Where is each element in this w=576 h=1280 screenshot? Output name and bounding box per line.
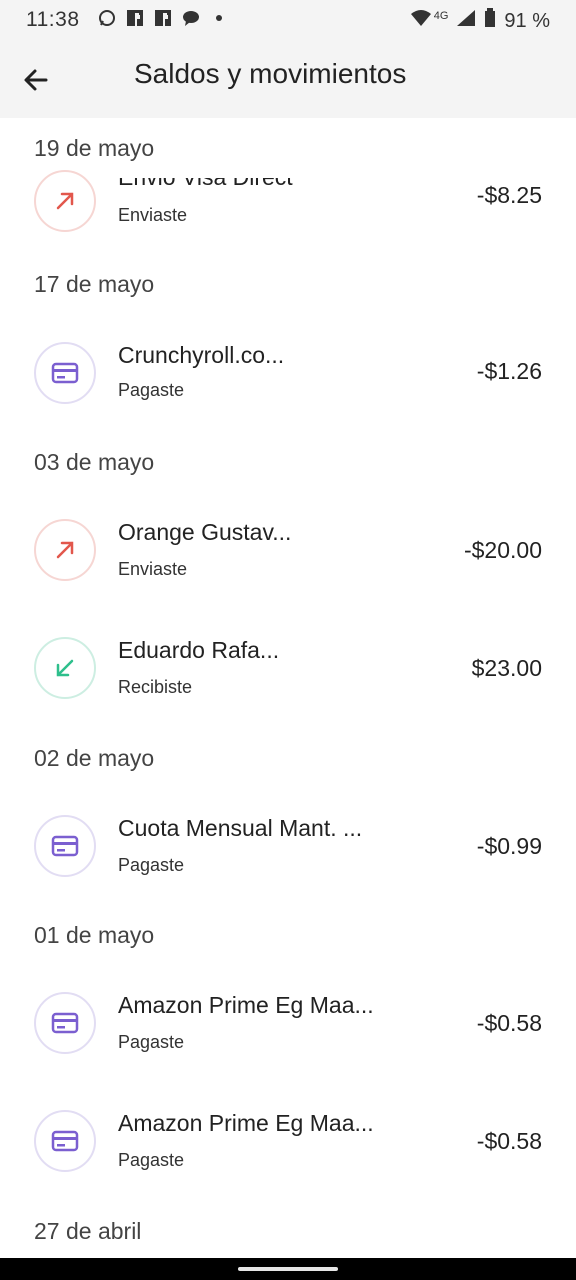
- transaction-row[interactable]: Amazon Prime Eg Maa... Pagaste -$0.58: [0, 964, 576, 1082]
- section-date-header: 01 de mayo: [34, 922, 155, 948]
- transaction-name: Orange Gustav...: [118, 519, 292, 545]
- transaction-row[interactable]: Orange Gustav... Enviaste -$20.00: [0, 491, 576, 609]
- facebook-icon: [154, 9, 172, 27]
- transaction-name: Amazon Prime Eg Maa...: [118, 1110, 374, 1136]
- transaction-type: Pagaste: [118, 1032, 185, 1052]
- battery-level: 91 %: [504, 9, 550, 32]
- credit-card-icon: [34, 992, 96, 1054]
- transaction-amount: -$8.25: [476, 182, 542, 208]
- transaction-amount: -$0.58: [476, 1128, 542, 1154]
- transaction-row[interactable]: Eduardo Rafa... Recibiste $23.00: [0, 609, 576, 727]
- section-date-header: 27 de abril: [34, 1218, 142, 1244]
- signal-icon: [456, 9, 476, 33]
- transaction-name: Crunchyroll.co...: [118, 342, 285, 368]
- transaction-type: Enviaste: [118, 559, 188, 579]
- app-bar: Saldos y movimientos: [0, 40, 576, 118]
- sent-arrow-icon: [34, 519, 96, 581]
- transaction-name: Cuota Mensual Mant. ...: [118, 815, 363, 841]
- notification-icons: [98, 9, 228, 27]
- transaction-amount: -$1.26: [476, 358, 542, 384]
- chat-bubble-icon: [182, 9, 200, 27]
- transaction-amount: -$0.99: [476, 833, 542, 859]
- transaction-name: Eduardo Rafa...: [118, 637, 280, 663]
- system-icons: 4G 91 %: [410, 8, 550, 34]
- received-arrow-icon: [34, 637, 96, 699]
- transaction-amount: $23.00: [471, 655, 542, 681]
- credit-card-icon: [34, 815, 96, 877]
- transactions-list[interactable]: 19 de mayo Envio Visa Direct Enviaste -$…: [0, 118, 576, 1258]
- facebook-icon: [126, 9, 144, 27]
- navigation-bar: [0, 1258, 576, 1280]
- transaction-row[interactable]: Envio Visa Direct Enviaste -$8.25: [0, 154, 576, 272]
- credit-card-icon: [34, 1110, 96, 1172]
- back-button[interactable]: [18, 62, 54, 98]
- dot-icon: [210, 9, 228, 27]
- sent-arrow-icon: [34, 170, 96, 232]
- transaction-type: Enviaste: [118, 205, 188, 225]
- status-time: 11:38: [26, 8, 80, 31]
- credit-card-icon: [34, 342, 96, 404]
- section-date-header: 03 de mayo: [34, 449, 155, 475]
- page-title: Saldos y movimientos: [134, 58, 407, 89]
- section-date-header: 02 de mayo: [34, 745, 155, 771]
- status-bar: 11:38 4G 91 %: [0, 0, 576, 40]
- home-indicator[interactable]: [238, 1267, 338, 1271]
- battery-icon: [484, 8, 496, 34]
- transaction-type: Pagaste: [118, 1150, 185, 1170]
- whatsapp-icon: [98, 9, 116, 27]
- network-type: 4G: [433, 10, 449, 22]
- wifi-icon: [410, 9, 432, 33]
- transaction-name: Envio Visa Direct: [118, 164, 293, 190]
- transaction-type: Recibiste: [118, 677, 193, 697]
- transaction-amount: -$0.58: [476, 1010, 542, 1036]
- transaction-amount: -$20.00: [463, 537, 542, 563]
- transaction-row[interactable]: Amazon Prime Eg Maa... Pagaste -$0.58: [0, 1082, 576, 1200]
- transaction-name: Amazon Prime Eg Maa...: [118, 992, 374, 1018]
- transaction-type: Pagaste: [118, 855, 185, 875]
- arrow-left-icon: [24, 69, 48, 91]
- transaction-row[interactable]: Cuota Mensual Mant. ... Pagaste -$0.99: [0, 787, 576, 905]
- transaction-type: Pagaste: [118, 380, 185, 400]
- section-date-header: 17 de mayo: [34, 271, 155, 297]
- transaction-row[interactable]: Crunchyroll.co... Pagaste -$1.26: [0, 314, 576, 432]
